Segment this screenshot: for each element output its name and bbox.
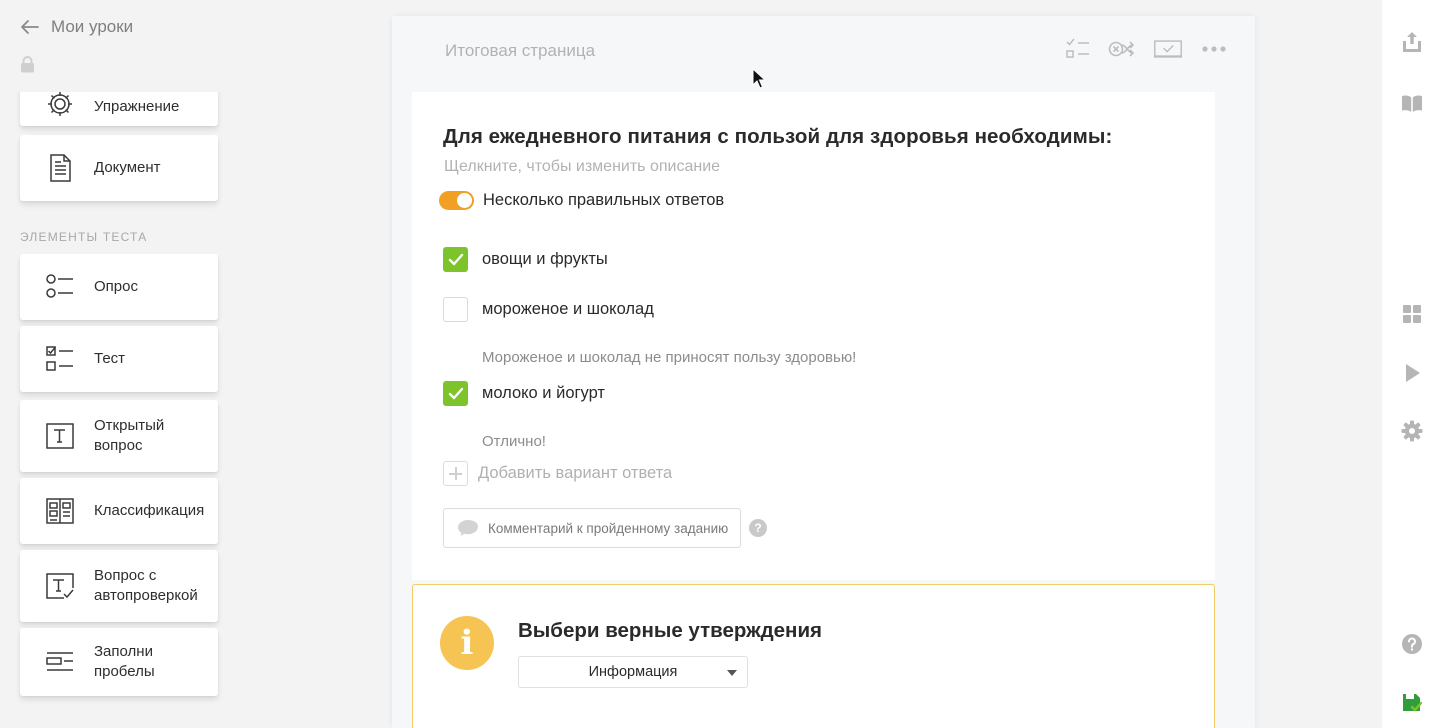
add-answer-label: Добавить вариант ответа bbox=[478, 464, 673, 482]
fill-gaps-icon bbox=[43, 645, 77, 679]
section-label-test-elements: ЭЛЕМЕНТЫ ТЕСТА bbox=[20, 230, 148, 244]
add-answer-button[interactable]: Добавить вариант ответа bbox=[443, 461, 672, 486]
grid-icon bbox=[1403, 305, 1421, 323]
comment-button-label: Комментарий к пройденному заданию bbox=[488, 520, 729, 536]
checklist-button[interactable] bbox=[1063, 36, 1093, 62]
gear-icon bbox=[43, 92, 77, 121]
question-title[interactable]: Для ежедневного питания с пользой для зд… bbox=[443, 125, 1112, 149]
tool-poll[interactable]: Опрос bbox=[20, 254, 218, 320]
answer-text[interactable]: овощи и фрукты bbox=[482, 250, 608, 269]
block-type-select[interactable]: Информация bbox=[518, 656, 748, 688]
mouse-cursor-icon bbox=[752, 68, 766, 89]
back-link-label: Мои уроки bbox=[51, 17, 134, 36]
export-button[interactable] bbox=[1401, 31, 1423, 53]
check-screen-icon bbox=[1153, 40, 1183, 58]
tool-classification[interactable]: Классификация bbox=[20, 478, 218, 544]
help-button[interactable] bbox=[1401, 633, 1423, 655]
tool-label: Тест bbox=[94, 350, 126, 367]
question-description[interactable]: Щелкните, чтобы изменить описание bbox=[444, 158, 720, 176]
tool-document[interactable]: Документ bbox=[20, 135, 218, 201]
chevron-down-icon bbox=[727, 670, 737, 676]
answer-checkbox[interactable] bbox=[443, 381, 468, 406]
multiple-answers-toggle[interactable] bbox=[439, 191, 474, 210]
plus-icon bbox=[443, 461, 468, 486]
checklist-icon bbox=[43, 342, 77, 376]
document-icon bbox=[43, 151, 77, 185]
upload-icon bbox=[1403, 32, 1421, 52]
comment-help-icon[interactable]: ? bbox=[749, 519, 767, 537]
answer-feedback[interactable]: Мороженое и шоколад не приносят пользу з… bbox=[482, 349, 856, 366]
columns-icon bbox=[43, 494, 77, 528]
left-sidebar: Мои уроки Упражнение Документ ЭЛЕМЕНТЫ Т… bbox=[0, 0, 245, 728]
tool-open-question[interactable]: Открытый вопрос bbox=[20, 400, 218, 472]
tool-auto-check-question[interactable]: Вопрос с автопроверкой bbox=[20, 550, 218, 622]
tool-label: Заполни пробелы bbox=[94, 643, 155, 680]
more-options-button[interactable] bbox=[1199, 36, 1229, 62]
tool-exercise[interactable]: Упражнение bbox=[20, 92, 218, 126]
blocks-button[interactable] bbox=[1401, 303, 1423, 325]
check-screen-button[interactable] bbox=[1151, 36, 1185, 62]
settings-icon bbox=[1401, 420, 1423, 442]
tool-label: Вопрос с автопроверкой bbox=[94, 567, 198, 604]
help-icon bbox=[1402, 634, 1422, 654]
answer-text[interactable]: молоко и йогурт bbox=[482, 384, 605, 403]
poll-icon bbox=[43, 270, 77, 304]
tool-label: Классификация bbox=[94, 502, 205, 519]
tool-test[interactable]: Тест bbox=[20, 326, 218, 392]
save-button[interactable] bbox=[1401, 692, 1423, 714]
answer-item: овощи и фрукты bbox=[443, 247, 608, 272]
back-to-lessons-link[interactable]: Мои уроки bbox=[20, 14, 133, 40]
multiple-answers-row: Несколько правильных ответов bbox=[439, 191, 724, 210]
library-button[interactable] bbox=[1401, 92, 1423, 114]
info-block-title[interactable]: Выбери верные утверждения bbox=[518, 619, 822, 643]
more-icon bbox=[1202, 46, 1226, 52]
preview-button[interactable] bbox=[1401, 362, 1423, 384]
book-icon bbox=[1402, 95, 1422, 112]
answer-item: мороженое и шоколад bbox=[443, 297, 654, 322]
check-icon bbox=[448, 387, 463, 399]
answer-feedback[interactable]: Отлично! bbox=[482, 433, 546, 450]
answer-text[interactable]: мороженое и шоколад bbox=[482, 300, 654, 319]
shuffle-button[interactable] bbox=[1107, 36, 1137, 62]
completion-comment-button[interactable]: Комментарий к пройденному заданию bbox=[443, 508, 741, 548]
answer-checkbox[interactable] bbox=[443, 247, 468, 272]
arrow-left-icon bbox=[21, 20, 39, 34]
save-icon bbox=[1403, 694, 1423, 712]
page-toolbar bbox=[1063, 36, 1229, 62]
lock-icon bbox=[21, 56, 34, 73]
shuffle-icon bbox=[1108, 41, 1135, 57]
settings-button[interactable] bbox=[1401, 420, 1423, 442]
tool-label: Документ bbox=[94, 159, 161, 176]
speech-bubble-icon bbox=[458, 520, 478, 536]
tools-list[interactable]: Упражнение Документ ЭЛЕМЕНТЫ ТЕСТА Опрос bbox=[0, 92, 245, 728]
multiple-answers-label: Несколько правильных ответов bbox=[483, 191, 725, 209]
text-box-icon bbox=[43, 419, 77, 453]
info-icon: i bbox=[440, 616, 494, 670]
right-toolbar bbox=[1382, 0, 1440, 728]
page-canvas: Итоговая страница Для ежедневного питани… bbox=[392, 16, 1255, 728]
question-editor: Для ежедневного питания с пользой для зд… bbox=[412, 92, 1215, 580]
tool-label: Упражнение bbox=[94, 98, 180, 115]
block-type-value: Информация bbox=[588, 664, 678, 680]
tool-label: Открытый вопрос bbox=[94, 417, 165, 454]
info-block: i Выбери верные утверждения Информация bbox=[412, 584, 1215, 728]
answer-item: молоко и йогурт bbox=[443, 381, 605, 406]
tool-label: Опрос bbox=[94, 278, 138, 295]
checklist-icon bbox=[1066, 38, 1089, 58]
toggle-knob bbox=[457, 193, 472, 208]
play-icon bbox=[1406, 364, 1420, 382]
check-icon bbox=[448, 253, 463, 265]
text-check-icon bbox=[43, 569, 77, 603]
answer-checkbox[interactable] bbox=[443, 297, 468, 322]
page-title[interactable]: Итоговая страница bbox=[445, 41, 595, 61]
tool-fill-gaps[interactable]: Заполни пробелы bbox=[20, 628, 218, 696]
